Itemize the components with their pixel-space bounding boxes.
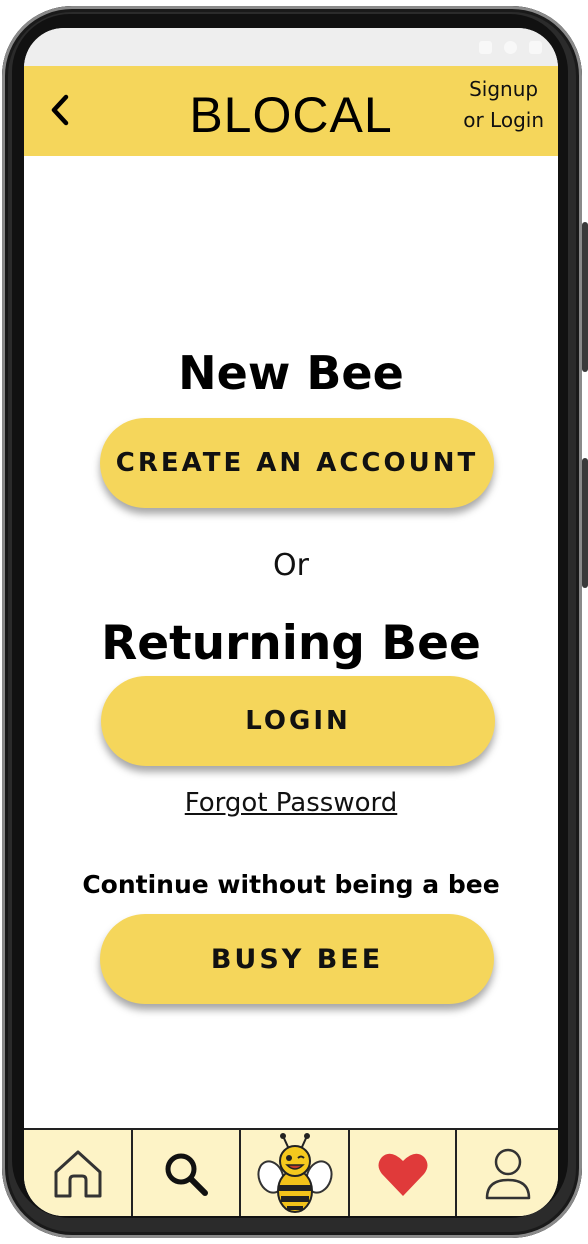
or-text: Or [273,548,309,583]
bee-mascot-icon [256,1133,333,1213]
app-header: BLOCAL Signup or Login [24,66,558,156]
profile-icon [485,1148,530,1200]
volume-button [582,222,588,372]
phone-frame: BLOCAL Signup or Login New Bee CREATE AN… [0,0,588,1244]
returning-bee-heading: Returning Bee [101,616,481,671]
status-bar [24,28,558,66]
or-login-label: or Login [463,108,544,132]
nav-profile[interactable] [457,1130,558,1216]
home-icon [54,1150,101,1198]
signal-icon [479,41,492,54]
app-screen: BLOCAL Signup or Login New Bee CREATE AN… [24,28,558,1216]
power-button [582,458,588,588]
battery-icon [529,41,542,54]
signup-login-link[interactable]: Signup or Login [463,74,544,136]
login-button[interactable]: LOGIN [101,676,495,766]
heart-icon [378,1153,427,1196]
wifi-icon [504,41,517,54]
new-bee-heading: New Bee [178,346,404,400]
nav-home[interactable] [24,1130,133,1216]
forgot-password-link[interactable]: Forgot Password [24,788,558,818]
busy-bee-button[interactable]: BUSY BEE [100,914,494,1004]
create-account-button[interactable]: CREATE AN ACCOUNT [100,418,494,508]
continue-without-account-text: Continue without being a bee [82,870,500,899]
nav-bee[interactable] [241,1130,350,1216]
bottom-navigation [24,1128,558,1216]
search-icon [165,1153,208,1196]
nav-favorites[interactable] [350,1130,457,1216]
signup-label: Signup [469,77,539,101]
nav-search[interactable] [133,1130,241,1216]
